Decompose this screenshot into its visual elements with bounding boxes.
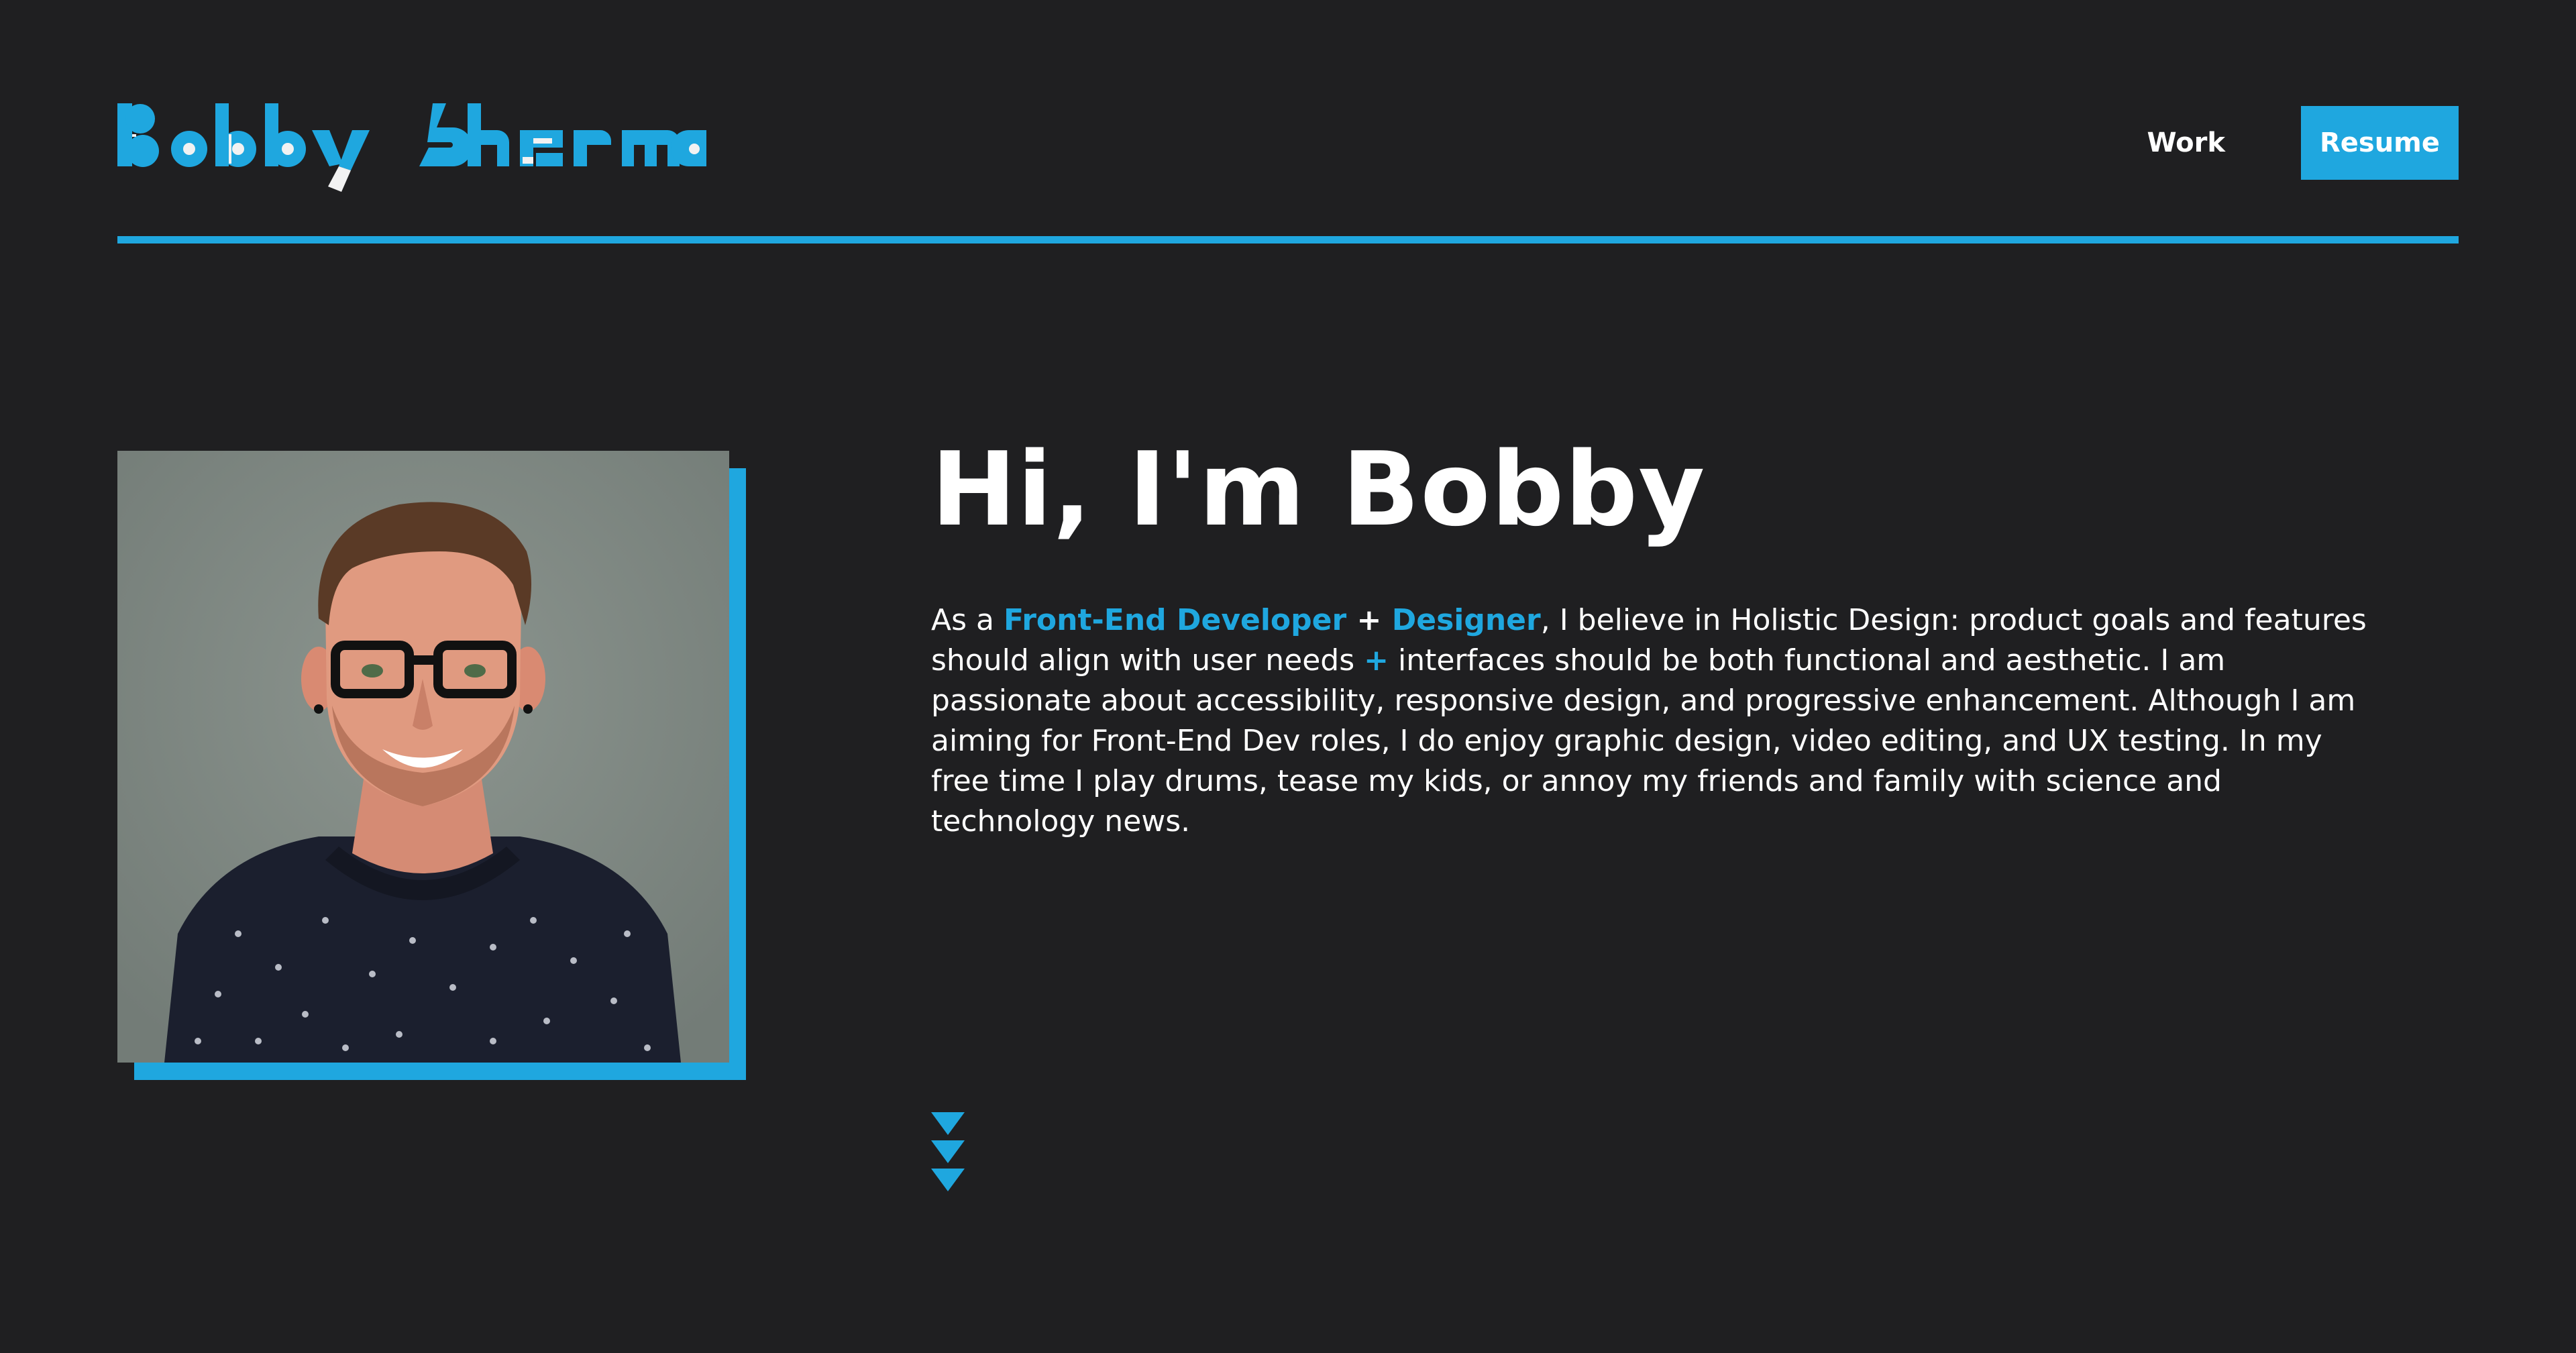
hero-heading: Hi, I'm Bobby (931, 430, 1706, 549)
main-nav: Work Resume (2147, 106, 2459, 180)
role-front-end-developer: Front-End Developer (1003, 603, 1347, 637)
portrait-illustration-icon (117, 451, 729, 1063)
triple-chevron-down-icon (931, 1112, 965, 1191)
page: Work Resume Hi, I'm Bobby As a Front-End… (0, 0, 2576, 1353)
plus-accent: + (1364, 643, 1389, 678)
site-logo[interactable] (117, 101, 708, 201)
intro-paragraph: As a Front-End Developer + Designer, I b… (931, 600, 2367, 842)
role-designer: Designer (1391, 603, 1541, 637)
intro-section: Hi, I'm Bobby As a Front-End Developer +… (931, 429, 2367, 842)
nav-link-work[interactable]: Work (2147, 127, 2225, 158)
site-header: Work Resume (117, 94, 2459, 195)
scroll-down-button[interactable] (931, 1112, 965, 1194)
header-divider (117, 236, 2459, 243)
plus-separator: + (1346, 603, 1392, 637)
logo-wordmark-icon (117, 103, 706, 192)
intro-text-prefix: As a (931, 603, 1004, 637)
resume-button[interactable]: Resume (2300, 106, 2459, 180)
profile-photo (117, 451, 729, 1063)
